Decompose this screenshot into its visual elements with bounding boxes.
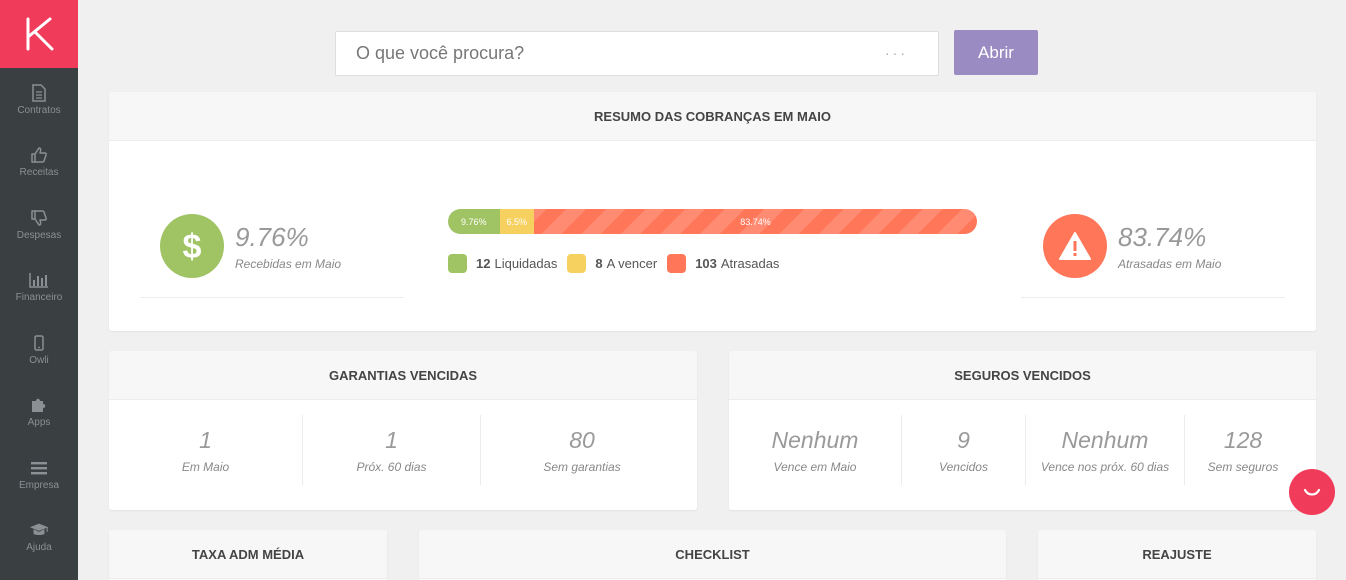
stat-label: Vencidos — [939, 459, 988, 474]
puzzle-icon — [29, 395, 49, 415]
thumbs-up-icon — [29, 145, 49, 165]
document-icon — [29, 83, 49, 103]
legend-count: 12 — [476, 256, 491, 271]
stat-label: Sem seguros — [1207, 459, 1279, 474]
sidebar-item-empresa[interactable]: Empresa — [0, 443, 78, 506]
stat-value: 80 — [569, 426, 595, 453]
guarantees-title: GARANTIAS VENCIDAS — [109, 351, 697, 400]
search-box: ··· — [335, 31, 939, 76]
svg-text:$: $ — [183, 228, 202, 266]
received-percent: 9.76% — [235, 221, 309, 252]
sidebar-item-label: Contratos — [17, 104, 61, 116]
progress-legend: 12 Liquidadas 8 A vencer 103 Atrasadas — [448, 254, 789, 273]
sidebar-item-financeiro[interactable]: Financeiro — [0, 256, 78, 319]
divider — [1021, 297, 1285, 298]
sidebar-item-label: Despesas — [16, 229, 62, 241]
stat-label: Vence nos próx. 60 dias — [1040, 459, 1170, 474]
stat-value: 1 — [199, 426, 212, 453]
stat-cell: 1 Em Maio — [109, 415, 303, 485]
summary-title: RESUMO DAS COBRANÇAS EM MAIO — [109, 92, 1316, 141]
stat-cell: Nenhum Vence nos próx. 60 dias — [1026, 415, 1185, 485]
sidebar-item-ajuda[interactable]: Ajuda — [0, 506, 78, 569]
stat-label: Vence em Maio — [773, 459, 857, 474]
dollar-icon: $ — [160, 214, 224, 278]
stat-label: Em Maio — [181, 459, 230, 474]
sidebar-item-label: Owli — [29, 354, 49, 366]
stat-value: Nenhum — [1061, 426, 1149, 453]
legend-count: 103 — [695, 256, 717, 271]
overdue-percent: 83.74% — [1118, 221, 1207, 252]
logo[interactable] — [0, 0, 78, 68]
guarantees-stats: 1 Em Maio 1 Próx. 60 dias 80 Sem garanti… — [109, 400, 697, 500]
fee-title: TAXA ADM MÉDIA — [109, 530, 387, 579]
search-input[interactable] — [336, 32, 856, 75]
sidebar-item-contratos[interactable]: Contratos — [0, 68, 78, 131]
sidebar-item-owli[interactable]: Owli — [0, 318, 78, 381]
stat-label: Próx. 60 dias — [356, 459, 427, 474]
stat-cell: 80 Sem garantias — [481, 415, 683, 485]
sidebar-item-label: Empresa — [18, 479, 59, 491]
graduation-cap-icon — [29, 520, 49, 540]
overdue-stat: 83.74% Atrasadas em Maio — [1043, 214, 1221, 278]
progress-segment: 9.76% — [448, 209, 500, 234]
stat-cell: 1 Próx. 60 dias — [303, 415, 481, 485]
overdue-label: Atrasadas em Maio — [1118, 256, 1222, 271]
stat-label: Sem garantias — [543, 459, 621, 474]
stat-value: 9 — [957, 426, 970, 453]
legend-label: Atrasadas — [720, 256, 780, 271]
insurance-title: SEGUROS VENCIDOS — [729, 351, 1316, 400]
legend-label: A vencer — [606, 256, 658, 271]
k-logo-icon — [26, 17, 54, 51]
progress-segment: 6.5% — [499, 209, 534, 234]
stat-cell: 128 Sem seguros — [1185, 415, 1301, 485]
insurance-stats: Nenhum Vence em Maio 9 Vencidos Nenhum V… — [729, 400, 1316, 500]
sidebar-item-apps[interactable]: Apps — [0, 381, 78, 444]
chat-button[interactable] — [1289, 469, 1335, 515]
adjust-title: REAJUSTE — [1038, 530, 1316, 579]
bar-chart-icon — [29, 270, 49, 290]
divider — [140, 297, 404, 298]
menu-lines-icon — [29, 458, 49, 478]
sidebar: Contratos Receitas Despesas Financeiro O… — [0, 0, 78, 580]
received-stat: $ 9.76% Recebidas em Maio — [160, 214, 341, 278]
stat-value: 1 — [385, 426, 398, 453]
stat-value: Nenhum — [771, 426, 859, 453]
stat-cell: 9 Vencidos — [902, 415, 1026, 485]
legend-label: Liquidadas — [494, 256, 558, 271]
legend-item-liquidadas: 12 Liquidadas — [448, 254, 557, 273]
open-button[interactable]: Abrir — [954, 30, 1038, 75]
search-options-icon[interactable]: ··· — [885, 45, 908, 61]
adjust-card: REAJUSTE — [1038, 530, 1316, 580]
fee-card: TAXA ADM MÉDIA — [109, 530, 387, 580]
thumbs-down-icon — [29, 208, 49, 228]
sidebar-item-label: Ajuda — [26, 542, 52, 554]
chat-smile-icon — [1303, 488, 1321, 496]
legend-swatch-red — [667, 254, 687, 273]
sidebar-item-despesas[interactable]: Despesas — [0, 193, 78, 256]
legend-swatch-green — [448, 254, 467, 273]
received-label: Recebidas em Maio — [235, 256, 342, 271]
collections-progress-bar: 9.76% 6.5% 83.74% — [448, 209, 977, 234]
sidebar-item-label: Receitas — [19, 167, 59, 179]
sidebar-item-label: Financeiro — [15, 292, 63, 304]
sidebar-item-label: Apps — [27, 417, 51, 429]
warning-icon — [1043, 214, 1107, 278]
stat-value: 128 — [1223, 426, 1263, 453]
progress-segment: 83.74% — [534, 209, 977, 234]
legend-count: 8 — [595, 256, 603, 271]
legend-item-atrasadas: 103 Atrasadas — [667, 254, 779, 273]
sidebar-item-receitas[interactable]: Receitas — [0, 131, 78, 194]
mobile-icon — [29, 333, 49, 353]
checklist-title: CHECKLIST — [419, 530, 1006, 579]
legend-swatch-yellow — [567, 254, 587, 273]
legend-item-a-vencer: 8 A vencer — [567, 254, 657, 273]
stat-cell: Nenhum Vence em Maio — [729, 415, 902, 485]
checklist-card: CHECKLIST — [419, 530, 1006, 580]
